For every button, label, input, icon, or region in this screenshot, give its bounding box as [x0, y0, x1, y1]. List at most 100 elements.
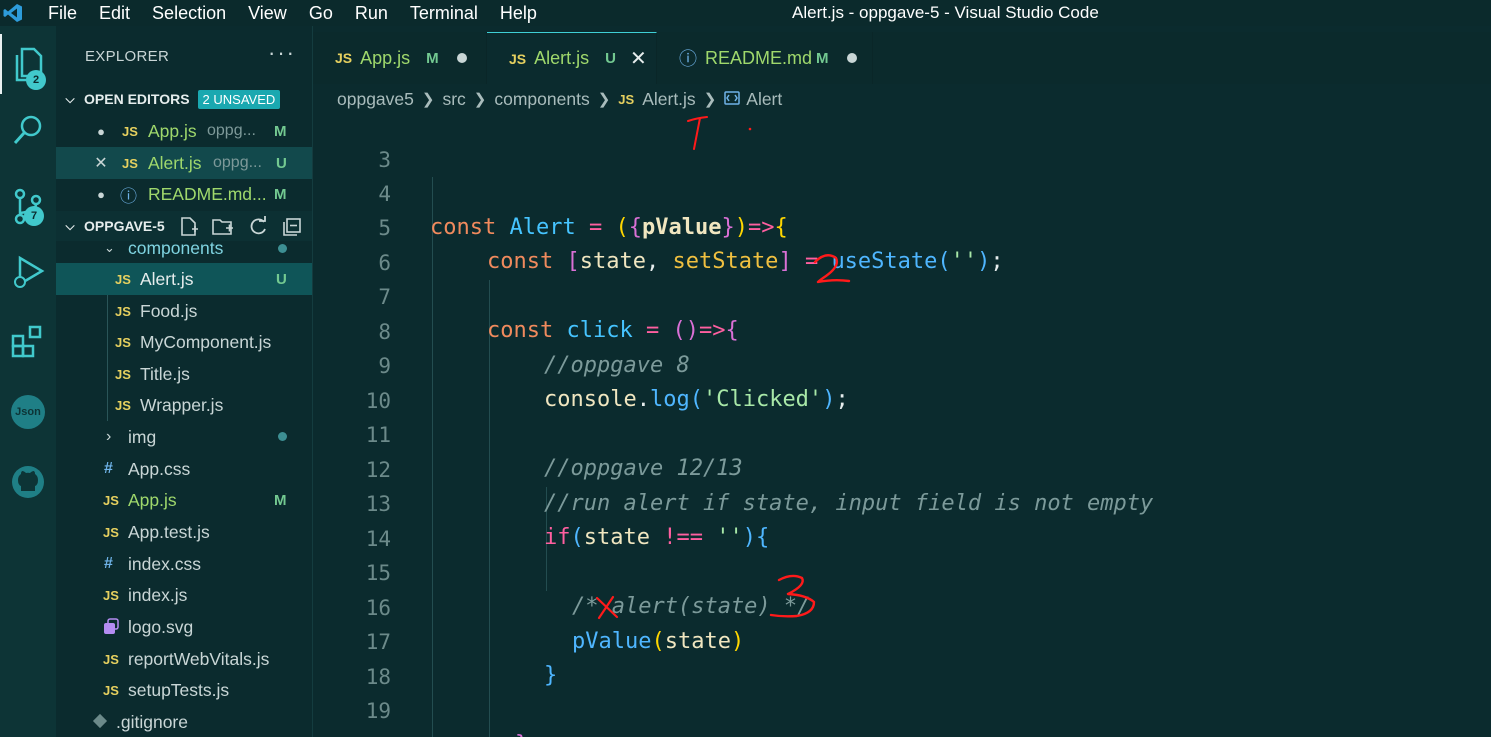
file-app-css[interactable]: # App.css — [56, 453, 312, 485]
file-name: logo.svg — [128, 616, 194, 637]
code-line-3: 3 — [378, 147, 391, 172]
file-mycomponent-js[interactable]: JS MyComponent.js — [56, 326, 312, 358]
code-line-20: 20 — [313, 694, 1491, 737]
menu-file[interactable]: File — [26, 0, 88, 26]
menu-selection[interactable]: Selection — [141, 0, 237, 26]
activity-source-control[interactable]: 7 — [0, 176, 56, 236]
tab-label: README.md — [705, 47, 813, 68]
git-file-icon — [92, 713, 108, 734]
project-label: OPPGAVE-5 — [84, 218, 165, 234]
code-line-14: 14 — [365, 526, 391, 551]
js-file-icon: JS — [618, 91, 635, 107]
breadcrumb-item[interactable]: Alert — [746, 89, 782, 110]
menu-go[interactable]: Go — [298, 0, 344, 26]
breadcrumb-item[interactable]: oppgave5 — [337, 89, 414, 110]
close-icon[interactable]: ✕ — [630, 46, 647, 71]
open-editor-app-js[interactable]: ● JS App.js oppg... M — [56, 115, 312, 147]
menu-view[interactable]: View — [237, 0, 298, 26]
open-editor-readme[interactable]: ● ⓘ README.md... M — [56, 178, 312, 210]
chevron-right-icon: ❯ — [597, 91, 611, 108]
explorer-title: EXPLORER — [85, 48, 170, 65]
file-name: Food.js — [140, 300, 198, 321]
js-file-icon: JS — [122, 123, 138, 139]
code-line-9: 9 console.log('Clicked'); — [378, 353, 849, 413]
code-line-13: 13 if(state !== ''){ — [365, 491, 770, 551]
file-food-js[interactable]: JS Food.js — [56, 295, 312, 327]
menu-edit[interactable]: Edit — [88, 0, 141, 26]
file-path: oppg... — [213, 154, 262, 171]
activity-explorer[interactable]: 2 — [0, 34, 56, 94]
window-title: Alert.js - oppgave-5 - Visual Studio Cod… — [792, 3, 1099, 22]
file-name: Alert.js — [148, 152, 202, 173]
status-badge: U — [276, 270, 287, 288]
explorer-sidebar: EXPLORER ··· ⌵ OPEN EDITORS 2 UNSAVED ● … — [56, 26, 313, 737]
activity-run-debug[interactable] — [0, 242, 56, 302]
activity-json[interactable]: Json — [0, 382, 56, 442]
open-editor-alert-js[interactable]: ✕ JS Alert.js oppg... U — [56, 147, 312, 179]
code-line-17: 17 } — [365, 629, 558, 689]
folder-img[interactable]: › img — [56, 421, 312, 453]
svg-file-icon — [102, 618, 120, 641]
file-name: App.css — [128, 458, 191, 479]
status-badge: M — [816, 49, 829, 67]
status-badge: M — [274, 491, 287, 509]
menu-help[interactable]: Help — [489, 0, 548, 26]
close-icon[interactable]: ✕ — [94, 153, 108, 173]
file-wrapper-js[interactable]: JS Wrapper.js — [56, 389, 312, 421]
code-editor[interactable]: 3 4 const Alert = ({pValue})=>{ 5 const … — [313, 114, 1491, 737]
tab-label: App.js — [360, 47, 411, 68]
modified-dot-icon — [278, 244, 287, 253]
search-icon — [13, 115, 42, 145]
file-name: MyComponent.js — [140, 331, 272, 352]
unsaved-dot-icon[interactable]: ● — [94, 124, 108, 139]
breadcrumb: oppgave5 ❯ src ❯ components ❯ JS Alert.j… — [313, 84, 1491, 114]
file-index-js[interactable]: JS index.js — [56, 579, 312, 611]
file-reportwebvitals-js[interactable]: JS reportWebVitals.js — [56, 643, 312, 675]
info-icon: ⓘ — [679, 49, 697, 69]
file-index-css[interactable]: # index.css — [56, 548, 312, 580]
vscode-logo-icon[interactable] — [0, 0, 26, 26]
activity-search[interactable] — [0, 100, 56, 160]
file-name: README.md... — [148, 183, 267, 204]
code-line-7: 7 const click = ()=>{ — [378, 284, 739, 344]
editor-tabs: JS App.js M JS Alert.js U ✕ ⓘ README.md … — [313, 32, 1491, 84]
file-name: Wrapper.js — [140, 394, 224, 415]
file-logo-svg[interactable]: logo.svg — [56, 611, 312, 643]
code-line-8: 8 //oppgave 8 — [378, 319, 690, 379]
file-app-test-js[interactable]: JS App.test.js — [56, 516, 312, 548]
file-app-js[interactable]: JS App.js M — [56, 484, 312, 516]
css-file-icon: # — [104, 460, 113, 477]
tab-app-js[interactable]: JS App.js M — [313, 32, 487, 84]
breadcrumb-item[interactable]: Alert.js — [642, 89, 695, 110]
menu-run[interactable]: Run — [344, 0, 399, 26]
unsaved-dot-icon[interactable] — [846, 53, 857, 63]
menu-terminal[interactable]: Terminal — [399, 0, 489, 26]
unsaved-dot-icon[interactable] — [456, 53, 467, 63]
chevron-right-icon: ❯ — [473, 91, 487, 108]
folder-name: components — [128, 237, 224, 258]
tab-alert-js[interactable]: JS Alert.js U ✕ — [487, 32, 657, 84]
tab-readme[interactable]: ⓘ README.md M — [657, 32, 873, 84]
open-editors-header[interactable]: ⌵ OPEN EDITORS 2 UNSAVED — [56, 84, 312, 114]
folder-name: img — [128, 426, 157, 447]
unsaved-dot-icon[interactable]: ● — [94, 187, 108, 202]
activity-github[interactable] — [0, 452, 56, 512]
breadcrumb-item[interactable]: src — [442, 89, 465, 110]
open-editors-label: OPEN EDITORS — [84, 91, 190, 107]
file-alert-js[interactable]: JS Alert.js U — [56, 263, 312, 295]
unsaved-badge: 2 UNSAVED — [197, 89, 281, 109]
file-gitignore[interactable]: .gitignore — [56, 706, 312, 737]
activity-extensions[interactable] — [0, 312, 56, 372]
js-file-icon: JS — [335, 50, 353, 66]
status-badge: M — [426, 49, 439, 67]
more-actions-button[interactable]: ··· — [268, 40, 296, 66]
folder-components[interactable]: ⌄ components — [56, 236, 312, 260]
file-title-js[interactable]: JS Title.js — [56, 358, 312, 390]
js-file-icon: JS — [115, 303, 131, 319]
activity-bar: 2 7 Json — [0, 26, 56, 737]
code-line-16: 16 pValue(state) — [365, 595, 745, 655]
chevron-right-icon: ❯ — [703, 91, 717, 108]
code-line-12: 12 //run alert if state, input field is … — [365, 457, 1154, 517]
file-setuptests-js[interactable]: JS setupTests.js — [56, 674, 312, 706]
breadcrumb-item[interactable]: components — [494, 89, 589, 110]
